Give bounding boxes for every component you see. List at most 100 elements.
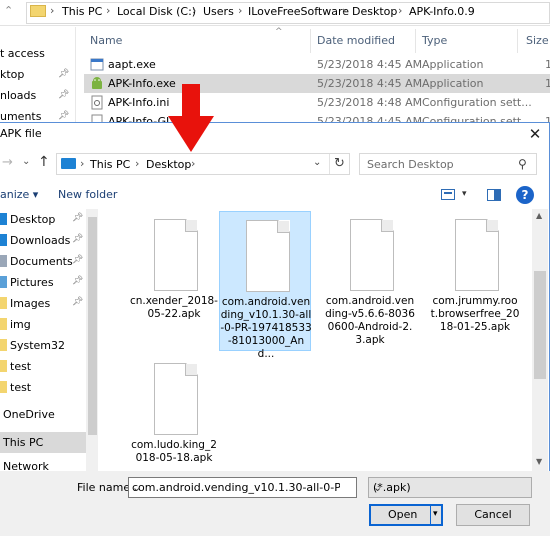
breadcrumb-apk-info[interactable]: APK-Info.0.9	[409, 5, 475, 18]
file-type: Configuration sett...	[422, 96, 532, 109]
file-tile[interactable]: com.android.vending_v10.1.30-all-0-PR-19…	[219, 211, 312, 360]
open-button-label: Open	[388, 508, 418, 521]
nav-item-label: test	[10, 381, 32, 394]
breadcrumb-desktop[interactable]: Desktop	[352, 5, 397, 18]
cancel-button[interactable]: Cancel	[456, 504, 530, 526]
file-type-select[interactable]: (*.apk) ⌄	[368, 477, 532, 498]
pin-icon: 📌︎	[72, 255, 84, 265]
close-icon[interactable]: ✕	[524, 124, 546, 144]
view-options-icon[interactable]	[441, 189, 455, 200]
chevron-down-icon[interactable]: ⌄	[313, 157, 321, 168]
chevron-right-icon: ›	[398, 4, 403, 17]
background-explorer-window: ⌃ › This PC › Local Disk (C:) › Users › …	[0, 0, 550, 129]
breadcrumb-local-disk[interactable]: Local Disk (C:)	[117, 5, 196, 18]
file-tile[interactable]: com.android.vending-v5.6.6-80360600-Andr…	[324, 211, 416, 351]
breadcrumb-desktop[interactable]: Desktop	[146, 158, 191, 171]
downloads-icon	[0, 234, 7, 246]
chevron-left-icon[interactable]: ⌃	[4, 4, 13, 17]
refresh-icon[interactable]: ↻	[334, 156, 345, 171]
open-button[interactable]: Open ▾	[369, 504, 443, 526]
path-address-bar[interactable]: › This PC › Desktop › ⌄ ↻	[56, 153, 350, 175]
file-size: 1	[545, 77, 550, 90]
nav-item-quick-access[interactable]: t access	[0, 47, 45, 60]
chevron-right-icon: ›	[135, 157, 140, 170]
new-folder-button[interactable]: New folder	[58, 188, 117, 201]
breadcrumb-this-pc[interactable]: This PC	[90, 158, 130, 171]
scroll-down-icon[interactable]: ▼	[536, 457, 542, 466]
nav-item-network[interactable]: Network	[0, 460, 86, 470]
nav-item-label: Network	[3, 460, 49, 470]
nav-item-desktop[interactable]: Desktop 📌︎	[0, 209, 86, 230]
pin-icon: 📌︎	[58, 111, 70, 121]
pin-icon: 📌︎	[72, 213, 84, 223]
file-name-input[interactable]: com.android.vending_v10.1.30-all-0-PR-19…	[128, 477, 357, 498]
column-divider	[415, 29, 416, 53]
breadcrumb-users[interactable]: Users	[203, 5, 234, 18]
folder-icon	[0, 318, 7, 330]
nav-item-label: Downloads	[10, 234, 71, 247]
file-row[interactable]: aapt.exe 5/23/2018 4:45 AM Application 1	[84, 55, 550, 74]
file-date: 5/23/2018 4:48 AM	[317, 96, 423, 109]
file-scrollbar-thumb[interactable]	[534, 271, 546, 379]
nav-item-test[interactable]: test	[0, 377, 86, 398]
breadcrumb-this-pc[interactable]: This PC	[62, 5, 102, 18]
chevron-down-icon[interactable]: ⌄	[132, 481, 340, 494]
column-type[interactable]: Type	[422, 34, 447, 47]
chevron-down-icon: ⌄	[373, 481, 383, 494]
nav-item-label: OneDrive	[3, 408, 55, 421]
nav-item-label: System32	[10, 339, 66, 352]
nav-item-images[interactable]: Images 📌︎	[0, 293, 86, 314]
pin-icon: 📌︎	[58, 69, 70, 79]
split-divider	[430, 506, 431, 524]
chevron-down-icon[interactable]: ▾	[433, 509, 438, 519]
breadcrumb-user[interactable]: ILoveFreeSoftware	[248, 5, 349, 18]
chevron-down-icon[interactable]: ▾	[462, 189, 467, 199]
nav-item-documents[interactable]: Documents 📌︎	[0, 251, 86, 272]
sort-up-icon: ^	[275, 27, 283, 37]
back-arrow-icon[interactable]: →	[2, 155, 13, 170]
search-input[interactable]: Search Desktop ⚲	[359, 153, 537, 175]
nav-scrollbar-thumb[interactable]	[88, 217, 97, 435]
organize-button[interactable]: anize ▾	[0, 188, 38, 201]
up-arrow-icon[interactable]: ↑	[38, 154, 50, 170]
search-icon: ⚲	[518, 157, 527, 171]
chevron-right-icon: ›	[50, 4, 55, 17]
nav-item-this-pc[interactable]: This PC	[0, 432, 86, 453]
file-name: com.android.vending_v10.1.30-all-0-PR-19…	[220, 296, 312, 360]
column-date[interactable]: Date modified	[317, 34, 395, 47]
document-icon	[246, 220, 290, 292]
column-size[interactable]: Size	[526, 34, 549, 47]
preview-pane-icon[interactable]	[487, 189, 501, 201]
folder-icon	[0, 339, 7, 351]
nav-item-test[interactable]: test	[0, 356, 86, 377]
pictures-icon	[0, 276, 7, 288]
column-headers: ^ Name Date modified Type Size	[80, 27, 550, 55]
nav-item-label: Desktop	[10, 213, 56, 226]
nav-item-downloads[interactable]: Downloads 📌︎	[0, 230, 86, 251]
nav-item-label: This PC	[3, 436, 44, 449]
nav-item-pictures[interactable]: Pictures 📌︎	[0, 272, 86, 293]
column-divider	[310, 29, 311, 53]
dialog-toolbar: anize ▾ New folder ▾ ?	[0, 183, 550, 209]
nav-item-downloads[interactable]: nloads	[0, 89, 36, 102]
file-row[interactable]: APK-Info.ini 5/23/2018 4:48 AM Configura…	[84, 93, 550, 112]
nav-item-img[interactable]: img	[0, 314, 86, 335]
file-list: cn.xender_2018-05-22.apk com.android.ven…	[100, 209, 530, 471]
chevron-right-icon: ›	[106, 4, 111, 17]
dialog-footer: File name: com.android.vending_v10.1.30-…	[0, 471, 550, 536]
nav-item-onedrive[interactable]: OneDrive	[0, 404, 86, 425]
file-tile[interactable]: cn.xender_2018-05-22.apk	[128, 211, 220, 351]
pin-icon: 📌︎	[72, 297, 84, 307]
chevron-right-icon: ›	[238, 4, 243, 17]
chevron-right-icon: ›	[191, 157, 196, 170]
file-name: com.jrummy.root.browserfree_2018-01-25.a…	[430, 295, 520, 333]
file-row[interactable]: APK-Info.exe 5/23/2018 4:45 AM Applicati…	[84, 74, 550, 93]
help-icon[interactable]: ?	[516, 186, 534, 204]
chevron-down-icon[interactable]: ⌄	[22, 156, 30, 167]
column-name[interactable]: Name	[90, 34, 122, 47]
nav-item-desktop[interactable]: ktop	[0, 68, 24, 81]
document-icon	[350, 219, 394, 291]
file-tile[interactable]: com.jrummy.root.browserfree_2018-01-25.a…	[429, 211, 521, 351]
nav-item-system32[interactable]: System32	[0, 335, 86, 356]
scroll-up-icon[interactable]: ▲	[536, 211, 542, 220]
